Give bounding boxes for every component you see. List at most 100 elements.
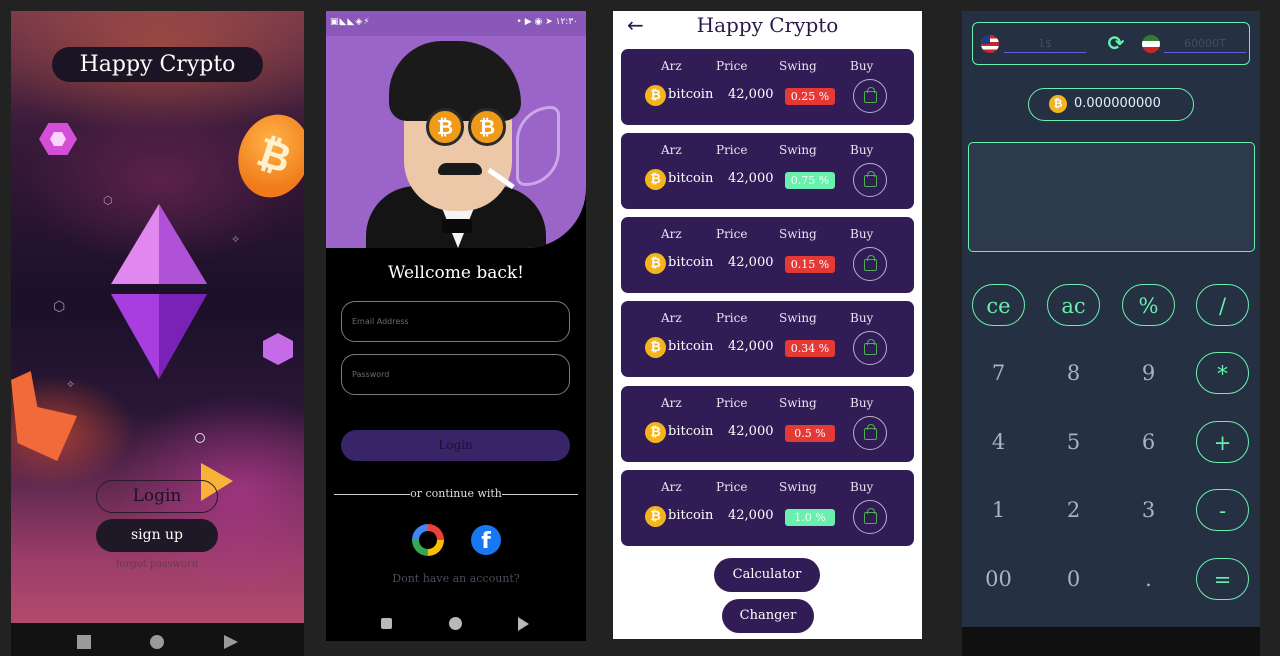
key-0[interactable]: 0	[1047, 558, 1100, 600]
coin-price: 42,000	[728, 171, 774, 186]
changer-button[interactable]: Changer	[722, 599, 814, 633]
iran-flag-icon	[1142, 35, 1160, 53]
bitcoin-icon: ₿	[645, 253, 666, 274]
bitcoin-icon: ₿	[645, 85, 666, 106]
login-screen: ▣◣◣◈⚡ • ▶ ◉ ➤ ۱۲:۳۰ ₿ ₿ Wellcome back! L…	[326, 11, 586, 641]
back-nav-icon[interactable]	[224, 635, 238, 649]
swap-currency-icon[interactable]: ⟳	[1105, 32, 1127, 54]
sparkle-icon: ⬡	[53, 299, 66, 315]
swing-badge: 0.34 %	[785, 340, 835, 357]
key-9[interactable]: 9	[1122, 352, 1175, 394]
android-nav-bar	[11, 623, 304, 656]
buy-bag-icon[interactable]	[853, 416, 887, 450]
buy-bag-icon[interactable]	[853, 247, 887, 281]
header-buy: Buy	[850, 59, 874, 73]
key-1[interactable]: 1	[972, 489, 1025, 531]
irr-input[interactable]	[1164, 35, 1246, 53]
back-nav-icon[interactable]	[518, 617, 529, 631]
key-dot[interactable]: .	[1122, 558, 1175, 600]
header-buy: Buy	[850, 480, 874, 494]
coin-card: Arz Price Swing Buy ₿ bitcoin 42,000 0.34 %	[621, 301, 914, 377]
google-icon[interactable]: G	[412, 524, 444, 556]
header-arz: Arz	[661, 480, 682, 494]
result-value: 0.000000000	[1074, 96, 1161, 111]
key-minus[interactable]: -	[1196, 489, 1249, 531]
buy-bag-icon[interactable]	[853, 500, 887, 534]
swing-badge: 0.15 %	[785, 256, 835, 273]
coin-name: bitcoin	[668, 171, 714, 186]
calculator-button[interactable]: Calculator	[714, 558, 820, 592]
coin-card: Arz Price Swing Buy ₿ bitcoin 42,000 0.15 %	[621, 217, 914, 293]
header-swing: Swing	[779, 480, 817, 494]
header-price: Price	[716, 396, 748, 410]
key-multiply[interactable]: *	[1196, 352, 1249, 394]
facebook-icon[interactable]: f	[471, 525, 501, 555]
coin-card: Arz Price Swing Buy ₿ bitcoin 42,000 1.0 %	[621, 470, 914, 546]
key-2[interactable]: 2	[1047, 489, 1100, 531]
buy-bag-icon[interactable]	[853, 331, 887, 365]
key-7[interactable]: 7	[972, 352, 1025, 394]
header-arz: Arz	[661, 59, 682, 73]
key-4[interactable]: 4	[972, 421, 1025, 463]
bitcoin-icon: ₿	[645, 337, 666, 358]
coin-name: bitcoin	[668, 508, 714, 523]
header-buy: Buy	[850, 311, 874, 325]
bitcoin-glasses-right-icon: ₿	[468, 108, 506, 146]
welcome-heading: Wellcome back!	[387, 263, 525, 283]
header-price: Price	[716, 227, 748, 241]
coin-name: bitcoin	[668, 339, 714, 354]
bitcoin-glasses-left-icon: ₿	[426, 108, 464, 146]
key-00[interactable]: 00	[972, 558, 1025, 600]
android-nav-bar	[962, 627, 1260, 656]
splash-screen: Happy Crypto ₿ ⬡ ✧ ⬡ ✧ Login sign up for…	[11, 11, 304, 656]
no-account-link[interactable]: Dont have an account?	[326, 572, 586, 585]
market-screen: Happy Crypto ← Arz Price Swing Buy ₿ bitcoin 4…	[613, 11, 922, 639]
coin-card: Arz Price Swing Buy ₿ bitcoin 42,000 0.5 %	[621, 386, 914, 462]
back-arrow-icon[interactable]: ←	[627, 13, 644, 37]
cube-decoration	[263, 333, 293, 365]
key-3[interactable]: 3	[1122, 489, 1175, 531]
key-8[interactable]: 8	[1047, 352, 1100, 394]
recents-nav-icon[interactable]	[381, 618, 392, 629]
recents-nav-icon[interactable]	[77, 635, 91, 649]
calculator-display	[968, 142, 1255, 252]
login-button[interactable]: Login	[341, 430, 570, 461]
home-nav-icon[interactable]	[150, 635, 164, 649]
coin-name: bitcoin	[668, 255, 714, 270]
key-5[interactable]: 5	[1047, 421, 1100, 463]
status-icons-left: ▣◣◣◈⚡	[330, 17, 371, 27]
key-divide[interactable]: /	[1196, 284, 1249, 326]
signup-button[interactable]: sign up	[96, 519, 218, 552]
hero-illustration: ₿ ₿	[326, 36, 586, 248]
home-nav-icon[interactable]	[449, 617, 462, 630]
currency-converter: ⟳	[972, 22, 1250, 65]
buy-bag-icon[interactable]	[853, 163, 887, 197]
key-percent[interactable]: %	[1122, 284, 1175, 326]
header-swing: Swing	[779, 311, 817, 325]
key-equals[interactable]: =	[1196, 558, 1249, 600]
crypto-result-pill: ₿ 0.000000000	[1028, 88, 1194, 121]
sparkle-icon: ✧	[231, 233, 241, 246]
key-ac[interactable]: ac	[1047, 284, 1100, 326]
usd-input[interactable]	[1004, 35, 1086, 53]
forgot-password-link[interactable]: forgot password	[71, 559, 243, 570]
key-plus[interactable]: +	[1196, 421, 1249, 463]
email-field[interactable]	[341, 301, 570, 342]
status-icons-right: • ▶ ◉ ➤	[516, 17, 556, 27]
coin-price: 42,000	[728, 87, 774, 102]
header-price: Price	[716, 143, 748, 157]
swing-badge: 1.0 %	[785, 509, 835, 526]
hair-illustration	[389, 41, 521, 121]
login-button[interactable]: Login	[96, 480, 218, 513]
header-price: Price	[716, 480, 748, 494]
coin-price: 42,000	[728, 339, 774, 354]
header-buy: Buy	[850, 227, 874, 241]
key-6[interactable]: 6	[1122, 421, 1175, 463]
header-swing: Swing	[779, 227, 817, 241]
key-ce[interactable]: ce	[972, 284, 1025, 326]
buy-bag-icon[interactable]	[853, 79, 887, 113]
bitcoin-coin-icon: ₿	[227, 105, 304, 207]
password-field[interactable]	[341, 354, 570, 395]
swing-badge: 0.75 %	[785, 172, 835, 189]
coin-card: Arz Price Swing Buy ₿ bitcoin 42,000 0.25 %	[621, 49, 914, 125]
